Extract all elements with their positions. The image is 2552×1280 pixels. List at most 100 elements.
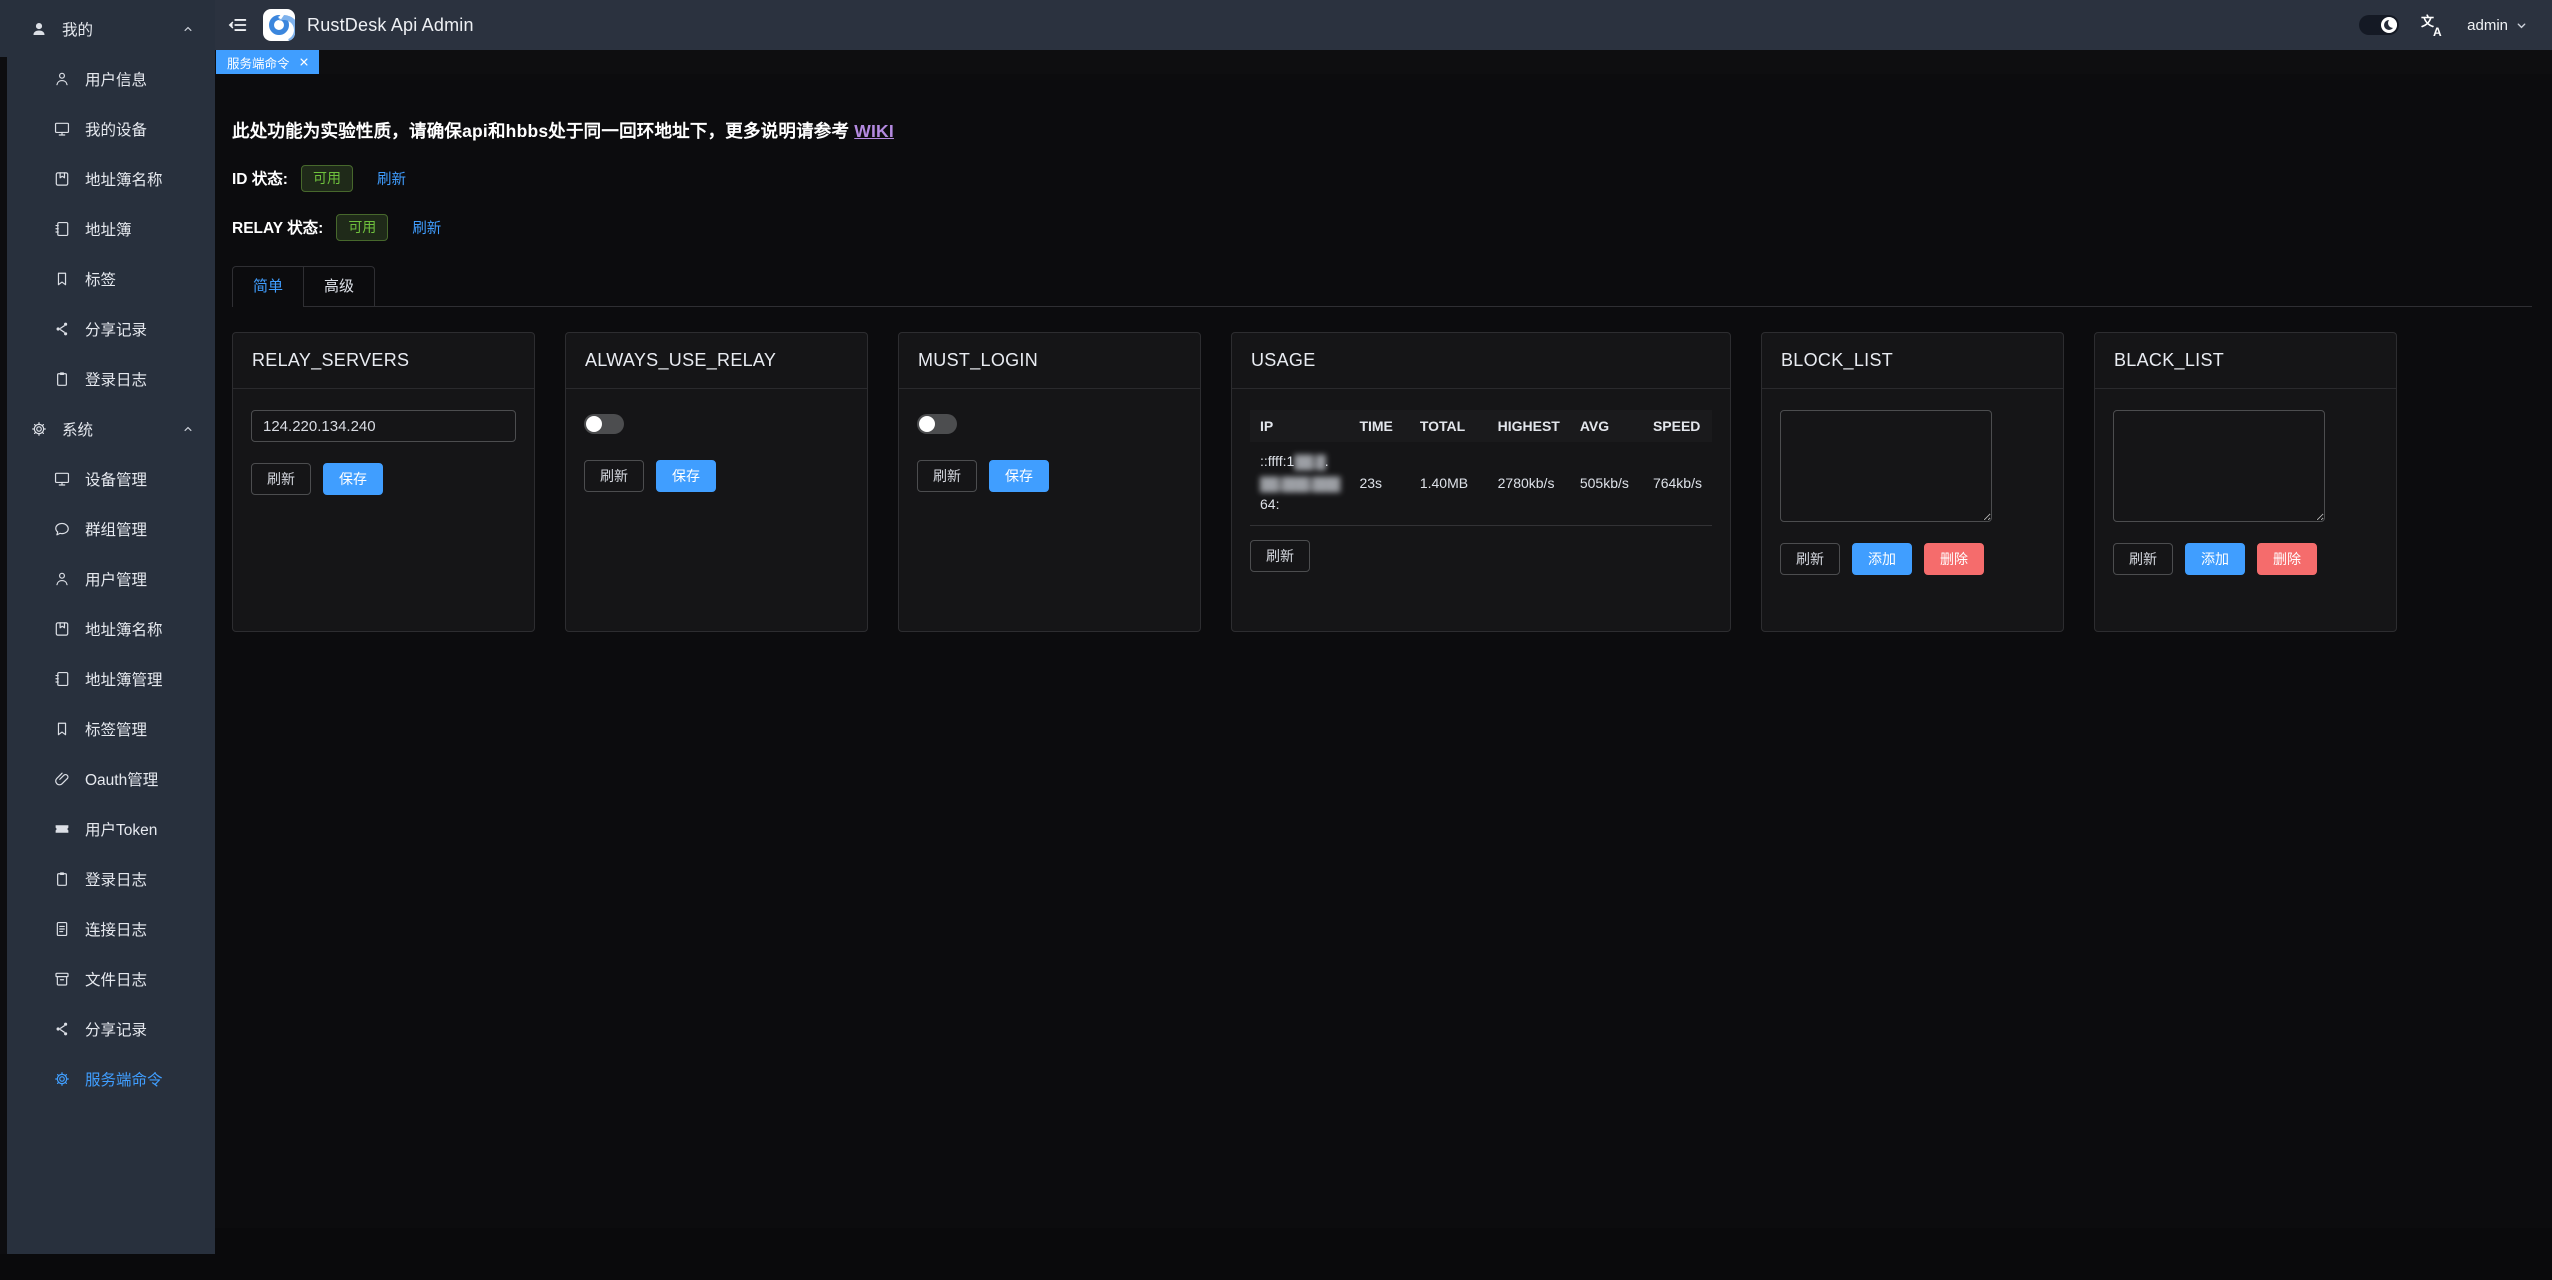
user-menu[interactable]: admin [2467, 17, 2528, 34]
sidebar-menu: 我的用户信息我的设备地址簿名称地址簿标签分享记录登录日志系统设备管理群组管理用户… [0, 0, 215, 1104]
card-usage: USAGE IPTIMETOTALHIGHESTAVGSPEED ::ffff:… [1231, 332, 1731, 632]
save-button[interactable]: 保存 [323, 463, 383, 495]
chevron-up-icon [181, 22, 195, 36]
app-title: RustDesk Api Admin [307, 15, 474, 36]
sidebar-item-label: 连接日志 [85, 918, 147, 940]
topbar: RustDesk Api Admin 文 A admin [215, 0, 2552, 50]
sidebar-item[interactable]: 地址簿名称 [0, 154, 215, 204]
card-always-use-relay: ALWAYS_USE_RELAY 刷新 保存 [565, 332, 868, 632]
delete-button[interactable]: 删除 [1924, 543, 1984, 575]
relay-servers-input[interactable] [251, 410, 516, 442]
notebook-icon [53, 220, 71, 238]
refresh-button[interactable]: 刷新 [1780, 543, 1840, 575]
dark-mode-toggle[interactable] [2359, 15, 2399, 35]
sidebar-item[interactable]: 标签管理 [0, 704, 215, 754]
sidebar-item[interactable]: 分享记录 [0, 304, 215, 354]
refresh-button[interactable]: 刷新 [1250, 540, 1310, 572]
add-button[interactable]: 添加 [1852, 543, 1912, 575]
sidebar-item-label: 群组管理 [85, 518, 147, 540]
refresh-button[interactable]: 刷新 [584, 460, 644, 492]
sidebar-item[interactable]: 分享记录 [0, 1004, 215, 1054]
block-list-textarea[interactable] [1780, 410, 1992, 522]
refresh-button[interactable]: 刷新 [251, 463, 311, 495]
usage-avg-cell: 505kb/s [1570, 442, 1643, 526]
sidebar-item-label: 设备管理 [85, 468, 147, 490]
sidebar-section-header[interactable]: 系统 [0, 404, 215, 454]
bookmark-icon [53, 270, 71, 288]
usage-column-header: TIME [1349, 410, 1409, 442]
sidebar-item[interactable]: 标签 [0, 254, 215, 304]
sidebar-item[interactable]: 群组管理 [0, 504, 215, 554]
sidebar-item[interactable]: 文件日志 [0, 954, 215, 1004]
sidebar-section-header[interactable]: 我的 [0, 4, 215, 54]
save-button[interactable]: 保存 [656, 460, 716, 492]
sidebar-item[interactable]: 服务端命令 [0, 1054, 215, 1104]
sidebar-item[interactable]: 地址簿管理 [0, 654, 215, 704]
card-title: BLACK_LIST [2095, 333, 2396, 389]
sidebar-item[interactable]: 我的设备 [0, 104, 215, 154]
sidebar-item-label: 服务端命令 [85, 1068, 163, 1090]
id-status-refresh-link[interactable]: 刷新 [377, 168, 406, 189]
monitor-icon [53, 120, 71, 138]
card-title: RELAY_SERVERS [233, 333, 534, 389]
mode-tab[interactable]: 高级 [303, 267, 374, 307]
share-icon [53, 1020, 71, 1038]
main-content: 此处功能为实验性质，请确保api和hbbs处于同一回环地址下，更多说明请参考 W… [215, 74, 2552, 1228]
sidebar-item-label: 标签 [85, 268, 116, 290]
save-button[interactable]: 保存 [989, 460, 1049, 492]
sidebar-item[interactable]: 用户Token [0, 804, 215, 854]
sidebar-item[interactable]: 地址簿名称 [0, 604, 215, 654]
refresh-button[interactable]: 刷新 [917, 460, 977, 492]
usage-column-header: HIGHEST [1488, 410, 1570, 442]
cards-row: RELAY_SERVERS 刷新 保存 ALWAYS_USE_RELAY 刷新 … [232, 332, 2532, 632]
sidebar-item-label: 我的设备 [85, 118, 147, 140]
sidebar-item-label: 文件日志 [85, 968, 147, 990]
sidebar-item[interactable]: 设备管理 [0, 454, 215, 504]
paperclip-icon [53, 770, 71, 788]
mode-tab[interactable]: 简单 [233, 267, 303, 307]
sidebar-item[interactable]: Oauth管理 [0, 754, 215, 804]
language-icon[interactable]: 文 A [2421, 13, 2445, 37]
usage-column-header: TOTAL [1410, 410, 1488, 442]
usage-total-cell: 1.40MB [1410, 442, 1488, 526]
usage-ip-cell: ::ffff:1▓▓.▓. ▓▓.▓▓▓.▓▓▓ 64: [1250, 442, 1349, 526]
table-row: ::ffff:1▓▓.▓. ▓▓.▓▓▓.▓▓▓ 64: 23s 1.40MB … [1250, 442, 1712, 526]
mode-tabs-nav: 简单高级 [232, 266, 375, 307]
user-name: admin [2467, 17, 2508, 34]
tab-server-command[interactable]: 服务端命令 [216, 50, 319, 74]
tab-close-icon[interactable] [299, 57, 310, 68]
sidebar-item[interactable]: 连接日志 [0, 904, 215, 954]
usage-time-cell: 23s [1349, 442, 1409, 526]
usage-column-header: IP [1250, 410, 1349, 442]
sidebar-item-label: 分享记录 [85, 1018, 147, 1040]
sidebar-item[interactable]: 用户信息 [0, 54, 215, 104]
refresh-button[interactable]: 刷新 [2113, 543, 2173, 575]
must-login-switch[interactable] [917, 414, 957, 434]
sidebar-item[interactable]: 登录日志 [0, 354, 215, 404]
card-relay-servers: RELAY_SERVERS 刷新 保存 [232, 332, 535, 632]
delete-button[interactable]: 删除 [2257, 543, 2317, 575]
gear-icon [53, 1070, 71, 1088]
tabbar: 服务端命令 [215, 50, 2552, 74]
sidebar-collapse-icon[interactable] [227, 14, 249, 36]
card-black-list: BLACK_LIST 刷新 添加 删除 [2094, 332, 2397, 632]
card-title: BLOCK_LIST [1762, 333, 2063, 389]
sidebar-item[interactable]: 地址簿 [0, 204, 215, 254]
sidebar-item-label: 地址簿名称 [85, 618, 163, 640]
black-list-textarea[interactable] [2113, 410, 2325, 522]
relay-status-refresh-link[interactable]: 刷新 [412, 217, 441, 238]
sidebar-item-label: 分享记录 [85, 318, 147, 340]
card-title: MUST_LOGIN [899, 333, 1200, 389]
monitor-icon [53, 470, 71, 488]
notice-text: 此处功能为实验性质，请确保api和hbbs处于同一回环地址下，更多说明请参考 [232, 121, 854, 141]
card-block-list: BLOCK_LIST 刷新 添加 删除 [1761, 332, 2064, 632]
notebook-icon [53, 670, 71, 688]
wiki-link[interactable]: WIKI [854, 121, 894, 141]
sidebar-item[interactable]: 登录日志 [0, 854, 215, 904]
add-button[interactable]: 添加 [2185, 543, 2245, 575]
tab-label: 服务端命令 [227, 53, 290, 72]
always-use-relay-switch[interactable] [584, 414, 624, 434]
sidebar-item[interactable]: 用户管理 [0, 554, 215, 604]
sidebar-section-label: 我的 [62, 18, 93, 40]
sidebar-item-label: 登录日志 [85, 368, 147, 390]
